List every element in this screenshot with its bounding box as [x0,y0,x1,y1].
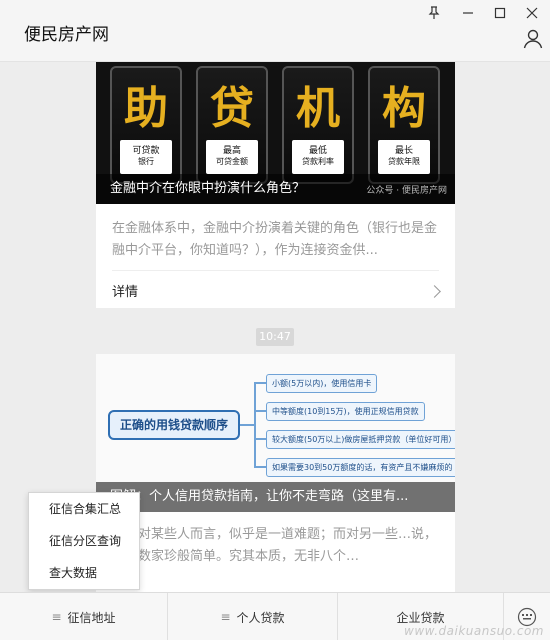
menu-tab-personal-loan[interactable]: ≡ 个人贷款 [168,593,338,640]
banner-tile: 助 可贷款 银行 [110,66,182,184]
tile-line1: 最高 [222,146,241,156]
tile-char: 机 [296,83,340,134]
tile-line2: 贷款利率 [302,157,334,166]
tile-line2: 银行 [138,157,154,166]
tile-char: 构 [382,83,426,134]
article-title[interactable]: 图解：个人信用贷款指南，让你不走弯路（这里有... [96,482,455,512]
minimize-icon[interactable] [458,4,478,22]
tile-line1: 最低 [308,146,327,156]
mindmap-connector [254,410,266,412]
timestamp-badge: 10:47 [256,328,294,346]
banner-watermark: 公众号 · 便民房产网 [366,186,447,196]
menu-tab-credit-address[interactable]: ≡ 征信地址 [0,593,168,640]
pin-icon[interactable] [424,4,444,22]
menu-icon: ≡ [51,610,62,624]
mindmap-connector [254,382,266,384]
article-excerpt: …，对某些人而言，似乎是一道难题；而对另一些…说，却如数家珍般简单。究其本质，无… [112,527,438,564]
menu-tab-label: 征信地址 [67,610,116,625]
detail-label: 详情 [112,285,139,300]
tile-line1: 可贷款 [132,146,160,156]
article-mindmap-image[interactable]: 正确的用钱贷款顺序 小额(5万以内)，使用信用卡 中等额度(10到15万)，使用… [96,354,455,512]
tile-char: 贷 [210,83,254,134]
menu-icon: ≡ [220,610,231,624]
article-excerpt: 在金融体系中，金融中介扮演着关键的角色（银行也是金融中介平台，你知道吗？），作为… [112,221,438,258]
mindmap-node: 小额(5万以内)，使用信用卡 [266,374,378,393]
tile-plate: 可贷款 银行 [120,140,172,174]
article-detail-link[interactable]: 详情 [96,271,455,315]
tile-line2: 可贷金额 [216,157,248,166]
mindmap-connector [254,466,266,468]
menu-tab-label: 企业贷款 [396,610,445,625]
chevron-right-icon [428,285,441,298]
mindmap-root: 正确的用钱贷款顺序 [108,410,240,440]
mindmap-connector [240,424,254,426]
banner-tile: 贷 最高 可贷金额 [196,66,268,184]
banner-tile: 机 最低 贷款利率 [282,66,354,184]
article-card[interactable]: 助 可贷款 银行 贷 最高 可贷金额 机 最低 贷款利率 构 最长 贷款年限 金… [96,62,455,308]
article-card[interactable]: 正确的用钱贷款顺序 小额(5万以内)，使用信用卡 中等额度(10到15万)，使用… [96,354,455,592]
tile-line1: 最长 [394,146,413,156]
tile-char: 助 [124,83,168,134]
title-bar: 便民房产网 [0,0,550,62]
banner-tiles: 助 可贷款 银行 贷 最高 可贷金额 机 最低 贷款利率 构 最长 贷款年限 [110,66,440,184]
mindmap-connector [254,382,256,468]
tile-plate: 最高 可贷金额 [206,140,258,174]
close-icon[interactable] [522,4,542,22]
banner-tile: 构 最长 贷款年限 [368,66,440,184]
mindmap-node: 如果需要30到50万额度的话，有资产且不嫌麻烦的 [266,458,455,477]
maximize-icon[interactable] [490,4,510,22]
tile-line2: 贷款年限 [388,157,420,166]
menu-tab-label: 个人贷款 [236,610,285,625]
mindmap-connector [254,438,266,440]
tile-plate: 最低 贷款利率 [292,140,344,174]
app-title: 便民房产网 [24,25,109,45]
menu-item-credit-region[interactable]: 征信分区查询 [29,525,139,557]
mindmap-node: 较大额度(50万以上)做房屋抵押贷款（单位好可用） [266,430,455,449]
menu-item-credit-summary[interactable]: 征信合集汇总 [29,493,139,525]
article-banner-image[interactable]: 助 可贷款 银行 贷 最高 可贷金额 机 最低 贷款利率 构 最长 贷款年限 金… [96,62,455,204]
menu-item-big-data[interactable]: 查大数据 [29,557,139,589]
site-watermark: www.daikuansuo.com [404,624,544,638]
mindmap-node: 中等额度(10到15万)，使用正规信用贷款 [266,402,425,421]
popup-menu: 征信合集汇总 征信分区查询 查大数据 [28,492,140,590]
profile-icon[interactable] [522,28,544,50]
tile-plate: 最长 贷款年限 [378,140,430,174]
